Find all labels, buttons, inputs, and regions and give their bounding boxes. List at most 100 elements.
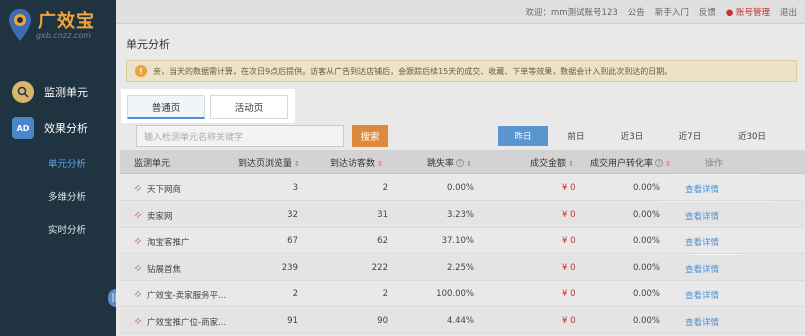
cell-uv: 90 bbox=[377, 315, 388, 326]
cell-uv: 222 bbox=[371, 262, 388, 273]
sidebar-item-label: 监测单元 bbox=[44, 86, 88, 99]
brand-url: gxb.cnzz.com bbox=[36, 31, 91, 40]
cell-amount: ¥ 0 bbox=[562, 289, 576, 299]
col-unit: 监测单元 bbox=[134, 159, 171, 169]
info-icon: ! bbox=[135, 65, 147, 77]
cell-pv: 67 bbox=[287, 236, 298, 246]
cell-pv: 2 bbox=[292, 289, 298, 299]
date-yesterday-button[interactable]: 昨日 bbox=[498, 126, 548, 146]
table-row: 天下网商 3 2 0.00% ¥ 0 0.00% 查看详情 bbox=[120, 175, 805, 201]
cell-bounce: 37.10% bbox=[441, 236, 474, 246]
help-icon[interactable]: ? bbox=[655, 159, 664, 167]
cell-bounce: 3.23% bbox=[446, 209, 474, 220]
col-bounce[interactable]: 跳失率? ⇕ bbox=[427, 156, 473, 169]
tab-activity-page[interactable]: 活动页 bbox=[210, 95, 288, 119]
sidebar-subitem-multi-analysis[interactable]: 多维分析 bbox=[0, 183, 116, 209]
cell-unit-name: 天下网商 bbox=[147, 185, 182, 195]
cell-bounce: 2.25% bbox=[446, 262, 474, 273]
sidebar-subitem-unit-analysis[interactable]: 单元分析 bbox=[0, 150, 116, 176]
link-icon bbox=[134, 290, 142, 298]
search-button[interactable]: 搜索 bbox=[352, 125, 388, 147]
col-conversion[interactable]: 成交用户转化率? ⇕ bbox=[590, 156, 672, 169]
table-row: 广效宝-卖家服务平... 2 2 100.00% ¥ 0 0.00% 查看详情 bbox=[120, 281, 805, 307]
sidebar-item-label: 效果分析 bbox=[44, 122, 88, 135]
cell-conversion: 0.00% bbox=[632, 183, 660, 193]
cell-pv: 3 bbox=[292, 183, 298, 193]
search-icon bbox=[12, 81, 34, 103]
cell-unit-name: 广效宝-卖家服务平... bbox=[147, 291, 227, 301]
page-type-tabs: 普通页 活动页 bbox=[121, 89, 295, 123]
cell-uv: 62 bbox=[377, 236, 388, 246]
logout-link[interactable]: 退出 bbox=[780, 6, 797, 18]
notice-banner: ! 亲，当天的数据需计算，在次日9点后提供。访客从广告到达店铺后，会跟踪后续15… bbox=[126, 60, 797, 82]
table-row: 淘宝客推广 67 62 37.10% ¥ 0 0.00% 查看详情 bbox=[120, 228, 805, 254]
link-icon bbox=[134, 264, 142, 271]
col-uv[interactable]: 到达访客数 ⇕ bbox=[330, 156, 384, 169]
search-input[interactable]: 输入检测单元名称关键字 bbox=[136, 125, 344, 147]
cell-unit-name: 卖家网 bbox=[147, 211, 173, 222]
announcement-link[interactable]: 公告 bbox=[628, 6, 645, 18]
cell-pv: 91 bbox=[287, 315, 298, 326]
cell-bounce: 100.00% bbox=[436, 289, 474, 299]
logo-pin-icon bbox=[9, 9, 31, 41]
cell-pv: 239 bbox=[281, 262, 298, 273]
cell-conversion: 0.00% bbox=[632, 315, 660, 326]
logo[interactable]: 广效宝 gxb.cnzz.com bbox=[8, 6, 108, 46]
cell-conversion: 0.00% bbox=[632, 236, 660, 246]
cell-amount: ¥ 0 bbox=[562, 183, 576, 193]
view-details-link[interactable]: 查看详情 bbox=[685, 210, 719, 222]
cell-unit-name: 钻展首焦 bbox=[147, 264, 182, 275]
table-row: 广效宝推广位-商家... 91 90 4.44% ¥ 0 0.00% 查看详情 bbox=[120, 307, 805, 334]
sort-icon: ⇕ bbox=[377, 160, 383, 168]
sort-icon: ⇕ bbox=[665, 160, 671, 168]
link-icon bbox=[134, 237, 142, 245]
cell-amount: ¥ 0 bbox=[562, 236, 576, 246]
view-details-link[interactable]: 查看详情 bbox=[685, 289, 719, 301]
cell-conversion: 0.00% bbox=[632, 289, 660, 299]
sort-icon: ⇕ bbox=[466, 160, 472, 168]
ad-icon: AD bbox=[12, 117, 34, 139]
cell-uv: 2 bbox=[382, 183, 388, 193]
sidebar-subitem-realtime-analysis[interactable]: 实时分析 bbox=[0, 216, 116, 242]
sidebar-item-monitor[interactable]: 监测单元 bbox=[0, 75, 116, 109]
table-row: 钻展首焦 239 222 2.25% ¥ 0 0.00% 查看详情 bbox=[120, 254, 805, 281]
view-details-link[interactable]: 查看详情 bbox=[685, 316, 719, 328]
cell-amount: ¥ 0 bbox=[562, 209, 576, 220]
view-details-link[interactable]: 查看详情 bbox=[685, 263, 719, 275]
cell-amount: ¥ 0 bbox=[562, 315, 576, 326]
cell-uv: 2 bbox=[382, 289, 388, 299]
table-row: 卖家网 32 31 3.23% ¥ 0 0.00% 查看详情 bbox=[120, 201, 805, 228]
col-pv[interactable]: 到达页浏览量 ⇕ bbox=[238, 156, 301, 169]
table-header: 监测单元 到达页浏览量 ⇕ 到达访客数 ⇕ 跳失率? ⇕ 成交金额 ⇕ 成交用户转化率?… bbox=[120, 150, 805, 174]
feedback-link[interactable]: 反馈 bbox=[699, 6, 716, 18]
date-30days-button[interactable]: 近30日 bbox=[728, 126, 776, 146]
notice-text: 亲，当天的数据需计算，在次日9点后提供。访客从广告到达店铺后，会跟踪后续15天的… bbox=[153, 66, 673, 76]
beginner-link[interactable]: 新手入门 bbox=[655, 6, 689, 18]
view-details-link[interactable]: 查看详情 bbox=[685, 183, 719, 195]
col-amount[interactable]: 成交金额 ⇕ bbox=[530, 156, 575, 169]
cell-unit-name: 广效宝推广位-商家... bbox=[147, 317, 227, 328]
page-title: 单元分析 bbox=[126, 38, 170, 51]
account-management-link[interactable]: ● 账号管理 bbox=[726, 6, 770, 18]
link-icon bbox=[134, 211, 142, 218]
sidebar-item-effect[interactable]: AD 效果分析 bbox=[0, 111, 116, 145]
help-icon[interactable]: ? bbox=[456, 159, 465, 167]
brand-name: 广效宝 bbox=[38, 11, 95, 32]
main-content: 单元分析 ! 亲，当天的数据需计算，在次日9点后提供。访客从广告到达店铺后，会跟… bbox=[116, 24, 805, 336]
cell-bounce: 4.44% bbox=[446, 315, 474, 326]
view-details-link[interactable]: 查看详情 bbox=[685, 236, 719, 248]
link-icon bbox=[134, 317, 142, 324]
date-3days-button[interactable]: 近3日 bbox=[612, 126, 652, 146]
cell-amount: ¥ 0 bbox=[562, 262, 576, 273]
date-7days-button[interactable]: 近7日 bbox=[670, 126, 710, 146]
sort-icon: ⇕ bbox=[568, 160, 574, 168]
cell-conversion: 0.00% bbox=[632, 262, 660, 273]
cell-bounce: 0.00% bbox=[446, 183, 474, 193]
welcome-text: 欢迎：mm测试账号123 bbox=[525, 8, 618, 18]
cell-unit-name: 淘宝客推广 bbox=[147, 238, 190, 248]
date-day-before-button[interactable]: 前日 bbox=[556, 126, 596, 146]
tab-normal-page[interactable]: 普通页 bbox=[127, 95, 205, 119]
top-bar: 欢迎：mm测试账号123 公告 新手入门 反馈 ● 账号管理 退出 bbox=[116, 0, 805, 24]
link-icon bbox=[134, 184, 142, 192]
cell-conversion: 0.00% bbox=[632, 209, 660, 220]
